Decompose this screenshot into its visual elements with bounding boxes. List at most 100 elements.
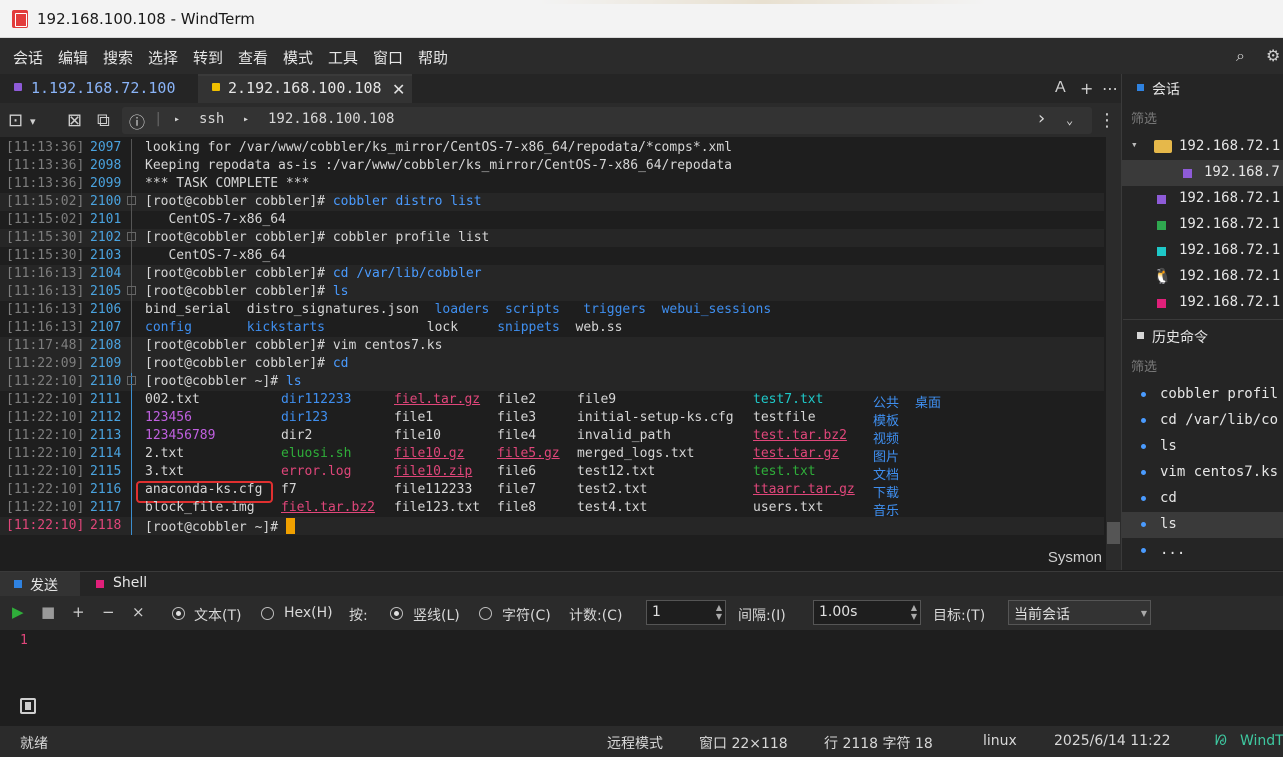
history-icon <box>1137 332 1144 339</box>
session-item[interactable]: 🐧 192.168.72.1 <box>1122 264 1283 290</box>
menu-mode[interactable]: 模式 <box>283 47 313 68</box>
menu-help[interactable]: 帮助 <box>418 47 448 68</box>
history-item[interactable]: vim centos7.ks <box>1122 460 1283 486</box>
session-item[interactable]: 192.168.72.1 <box>1122 212 1283 238</box>
close-icon[interactable]: ✕ <box>392 80 405 99</box>
history-item[interactable]: ls <box>1122 434 1283 460</box>
minus-icon[interactable]: − <box>102 603 115 621</box>
hex-mode-radio[interactable] <box>261 607 274 620</box>
target-select[interactable]: 当前会话 ▼ <box>1008 600 1151 625</box>
chevron-down-icon[interactable]: ⌄ <box>1066 113 1073 127</box>
history-header[interactable]: 历史命令 <box>1122 324 1283 350</box>
hex-mode-label[interactable]: Hex(H) <box>284 605 333 621</box>
tab-session-1[interactable]: 1.192.168.72.100 <box>0 74 198 103</box>
close-session-icon[interactable]: ⊠ <box>67 110 82 131</box>
new-session-icon[interactable]: ⊡ <box>8 110 23 131</box>
toolbar: ⊡ ▾ ⊠ ⧉ ⓘ | ▸ ssh ▸ 192.168.100.108 › ⌄ … <box>0 103 1121 137</box>
interval-stepper[interactable]: 1.00s ▲ ▼ <box>813 600 921 625</box>
menu-window[interactable]: 窗口 <box>373 47 403 68</box>
menu-goto[interactable]: 转到 <box>193 47 223 68</box>
terminal-scrollbar[interactable] <box>1106 137 1121 570</box>
duplicate-session-icon[interactable]: ⧉ <box>97 110 110 131</box>
more-icon[interactable]: ⋯ <box>1102 79 1118 98</box>
tab-shell[interactable]: Shell <box>82 572 172 597</box>
chevron-down-icon[interactable]: ▼ <box>1141 609 1147 618</box>
text-mode-radio[interactable] <box>172 607 185 620</box>
stepper-arrows-icon[interactable]: ▲ ▼ <box>716 603 722 621</box>
more-vertical-icon[interactable]: ⋮ <box>1098 110 1116 131</box>
fold-toggle-icon[interactable] <box>127 232 136 241</box>
count-stepper[interactable]: 1 ▲ ▼ <box>646 600 726 625</box>
session-item[interactable]: 192.168.7 <box>1122 160 1283 186</box>
info-icon[interactable]: ⓘ <box>129 109 145 133</box>
line-number: 2118 <box>90 518 122 533</box>
vline-radio[interactable] <box>390 607 403 620</box>
terminal-output[interactable]: Sysmon [11:13:36] 2097 looking for /var/ww… <box>0 137 1106 570</box>
chevron-down-icon[interactable]: ▾ <box>1131 138 1138 151</box>
char-label[interactable]: 字符(C) <box>502 605 551 625</box>
history-item[interactable]: ... <box>1122 538 1283 564</box>
panel-toggle-icon[interactable] <box>20 698 36 714</box>
chevron-right-icon[interactable]: › <box>1036 108 1047 129</box>
address-bar[interactable]: ⓘ | ▸ ssh ▸ 192.168.100.108 › ⌄ <box>122 107 1092 134</box>
status-datetime: 2025/6/14 11:22 <box>1054 733 1171 749</box>
stepper-arrows-icon[interactable]: ▲ ▼ <box>911 603 917 621</box>
timestamp: [11:16:13] <box>6 320 85 335</box>
sysmon-label[interactable]: Sysmon <box>1048 549 1102 566</box>
timestamp: [11:15:02] <box>6 212 85 227</box>
title-bar: 192.168.100.108 - WindTerm <box>0 0 1283 38</box>
sessions-filter-input[interactable]: 筛选 <box>1131 108 1157 127</box>
menu-view[interactable]: 查看 <box>238 47 268 68</box>
tab-send[interactable]: 发送 <box>0 572 80 597</box>
sessions-header[interactable]: 会话 <box>1122 76 1283 102</box>
tab-color-indicator <box>212 83 220 91</box>
send-editor[interactable]: 1 <box>0 630 1283 688</box>
terminal-text: bind_serial distro_signatures.json loade… <box>145 302 772 317</box>
session-item[interactable]: 192.168.72.1 <box>1122 290 1283 316</box>
status-os[interactable]: linux <box>983 733 1017 749</box>
menu-search[interactable]: 搜索 <box>103 47 133 68</box>
menu-select[interactable]: 选择 <box>148 47 178 68</box>
vline-label[interactable]: 竖线(L) <box>413 605 460 625</box>
session-item[interactable]: 192.168.72.1 <box>1122 186 1283 212</box>
settings-icon[interactable]: ⚙ <box>1266 46 1280 65</box>
session-item[interactable]: 192.168.72.1 <box>1122 238 1283 264</box>
menu-edit[interactable]: 编辑 <box>58 47 88 68</box>
session-label: 192.168.72.1 <box>1179 294 1281 310</box>
fold-toggle-icon[interactable] <box>127 376 136 385</box>
clear-icon[interactable]: × <box>132 603 145 621</box>
search-icon[interactable]: ⌕ <box>1236 46 1245 66</box>
add-icon[interactable]: + <box>72 603 85 621</box>
text-mode-label[interactable]: 文本(T) <box>194 605 241 625</box>
timestamp: [11:15:02] <box>6 194 85 209</box>
fold-toggle-icon[interactable] <box>127 196 136 205</box>
ls-output-row: [11:22:10] 2113 123456789 dir2 file10 file4 in… <box>0 427 1104 447</box>
menu-session[interactable]: 会话 <box>13 47 43 68</box>
terminal-line: [11:16:13] 2106 bind_serial distro_signatu… <box>0 301 1104 319</box>
session-item[interactable]: ▾ 192.168.72.1 <box>1122 134 1283 160</box>
history-item[interactable]: cd <box>1122 486 1283 512</box>
char-radio[interactable] <box>479 607 492 620</box>
file-entry: dir112233 <box>281 392 352 407</box>
status-cursor-position[interactable]: 行 2118 字符 18 <box>824 733 933 753</box>
tab-session-2[interactable]: 2.192.168.100.108 ✕ <box>198 74 412 103</box>
font-icon[interactable]: A <box>1055 79 1066 97</box>
add-tab-icon[interactable]: + <box>1080 79 1093 98</box>
status-window-size[interactable]: 窗口 22×118 <box>699 733 788 753</box>
terminal-line: [11:16:13] 2105 [root@cobbler cobbler]# ls <box>0 283 1104 301</box>
menu-tools[interactable]: 工具 <box>328 47 358 68</box>
fold-toggle-icon[interactable] <box>127 286 136 295</box>
history-item[interactable]: cobbler profil <box>1122 382 1283 408</box>
chevron-down-icon[interactable]: ▾ <box>30 115 36 128</box>
host-label: 192.168.100.108 <box>268 111 395 127</box>
history-item[interactable]: cd /var/lib/co <box>1122 408 1283 434</box>
play-icon[interactable]: ▶ <box>12 603 24 621</box>
file-entry: initial-setup-ks.cfg <box>577 410 734 425</box>
status-mode[interactable]: 远程模式 <box>607 733 663 753</box>
history-filter-input[interactable]: 筛选 <box>1131 356 1157 375</box>
scrollbar-thumb[interactable] <box>1107 522 1120 544</box>
line-number: 2106 <box>90 302 122 317</box>
stop-icon[interactable]: ■ <box>41 603 55 621</box>
history-item[interactable]: ls <box>1122 512 1283 538</box>
timestamp: [11:15:30] <box>6 248 85 263</box>
